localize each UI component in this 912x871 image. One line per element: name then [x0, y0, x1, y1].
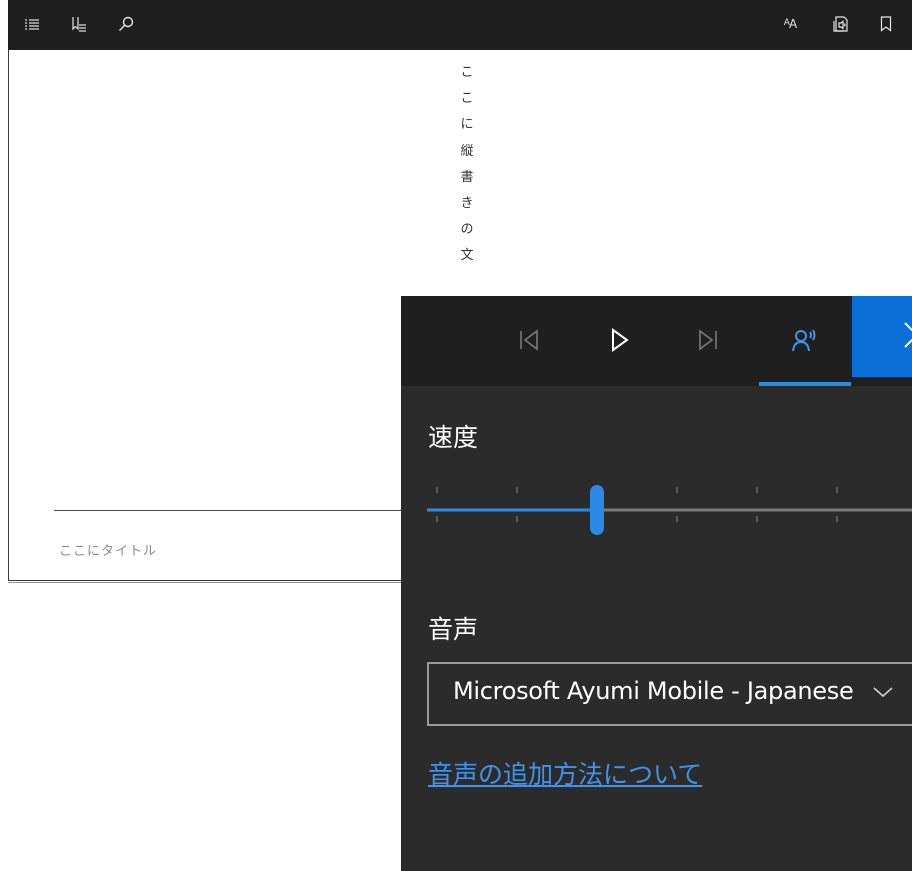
chevron-down-icon [872, 684, 894, 703]
read-aloud-controls [401, 296, 912, 386]
voice-label: 音声 [428, 615, 479, 644]
table-of-contents-button[interactable] [17, 9, 47, 39]
footer-book-title: ここにタイトル [59, 544, 158, 559]
close-icon [872, 320, 912, 354]
reading-page [8, 50, 468, 581]
speed-slider-track [427, 485, 912, 535]
voice-dropdown[interactable]: Microsoft Ayumi Mobile - Japanese [427, 662, 912, 726]
speed-label: 速度 [428, 423, 479, 452]
next-paragraph-icon [698, 329, 718, 355]
play-button[interactable] [600, 322, 640, 362]
play-icon [610, 328, 630, 356]
search-button[interactable] [111, 9, 141, 39]
list-icon [24, 17, 40, 31]
voice-dropdown-value: Microsoft Ayumi Mobile - Japanese [453, 677, 854, 705]
next-paragraph-button[interactable] [688, 322, 728, 362]
text-char: 書 [460, 169, 474, 185]
close-read-aloud-button[interactable] [852, 296, 912, 377]
text-char: に [460, 117, 474, 133]
text-options-button[interactable]: AA [775, 9, 805, 39]
bookmark-icon [880, 16, 892, 32]
add-bookmark-button[interactable] [871, 9, 901, 39]
bookmark-list-icon [71, 16, 87, 32]
add-voices-link[interactable]: 音声の追加方法について [428, 755, 702, 791]
voice-settings-button[interactable] [785, 322, 825, 362]
page-edge-divider [8, 582, 468, 583]
voice-settings-icon [791, 328, 819, 356]
read-aloud-button[interactable] [826, 9, 856, 39]
previous-paragraph-button[interactable] [509, 322, 549, 362]
read-aloud-panel: 速度 音声 Microsoft Ayumi Mobile - Japanese … [401, 296, 912, 871]
text-size-icon: AA [783, 17, 797, 31]
reader-window: AA こ こ に 縦 書 き の 文 ここにタイトル 速度 音声 Microso… [0, 0, 912, 871]
vertical-body-text: こ こ に 縦 書 き の 文 [458, 60, 476, 270]
speed-slider[interactable] [427, 476, 912, 535]
active-tab-indicator [759, 382, 851, 386]
text-char: こ [460, 65, 474, 80]
text-char: 縦 [460, 143, 474, 159]
search-icon [118, 16, 134, 32]
speed-slider-thumb [590, 485, 604, 535]
text-char: 文 [460, 248, 474, 264]
text-char: こ [460, 91, 474, 107]
top-toolbar: AA [8, 0, 912, 50]
text-char: き [460, 195, 474, 211]
bookmarks-list-button[interactable] [64, 9, 94, 39]
previous-paragraph-icon [519, 329, 539, 355]
read-aloud-icon [833, 16, 849, 32]
footer-divider [54, 510, 414, 511]
text-char: の [460, 222, 474, 238]
speed-slider-ticks [436, 487, 838, 522]
